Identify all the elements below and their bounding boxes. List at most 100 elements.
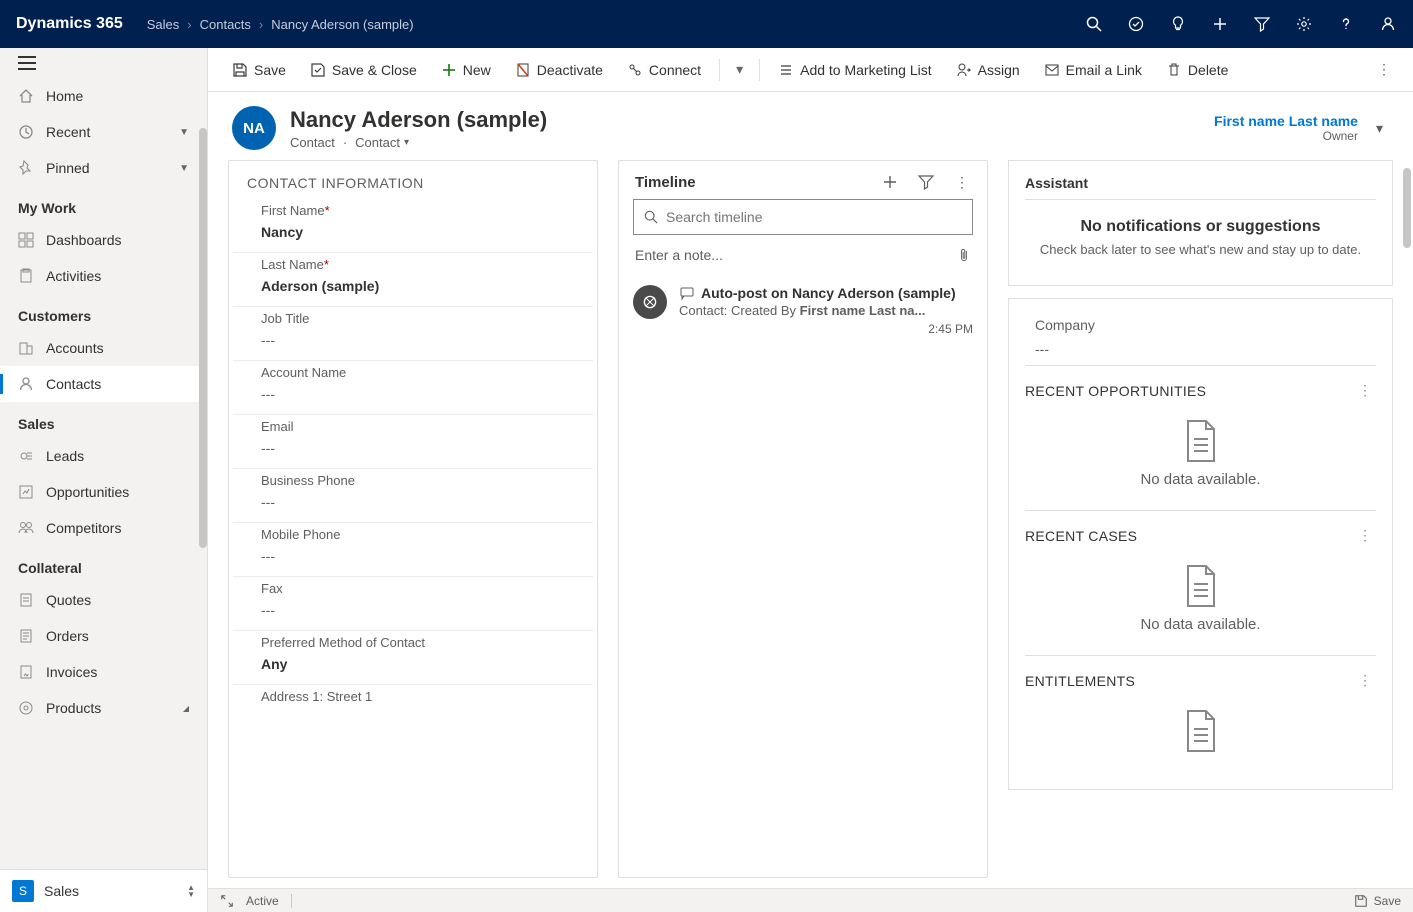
preferred-contact-field[interactable]: Preferred Method of Contact Any (233, 631, 593, 685)
nav-dashboards[interactable]: Dashboards (0, 222, 207, 258)
connect-dropdown[interactable]: ▾ (728, 57, 751, 82)
breadcrumb-record[interactable]: Nancy Aderson (sample) (271, 17, 413, 32)
breadcrumb-contacts[interactable]: Contacts (200, 17, 251, 32)
lead-icon (18, 448, 34, 464)
pin-icon (18, 160, 34, 176)
avatar: NA (232, 106, 276, 150)
search-icon[interactable] (1085, 15, 1103, 33)
entitlements-menu[interactable]: ⋮ (1354, 672, 1376, 689)
account-field[interactable]: Account Name --- (233, 361, 593, 415)
header-expand[interactable]: ▾ (1370, 114, 1389, 143)
nav-accounts[interactable]: Accounts (0, 330, 207, 366)
task-icon[interactable] (1127, 15, 1145, 33)
attachment-icon[interactable] (957, 247, 971, 263)
quote-icon (18, 592, 34, 608)
owner-label: Owner (1214, 129, 1358, 143)
clipboard-icon (18, 268, 34, 284)
nav-invoices[interactable]: Invoices (0, 654, 207, 690)
timeline-search-input[interactable] (666, 209, 962, 225)
address1-field[interactable]: Address 1: Street 1 (233, 685, 593, 720)
mobile-phone-field[interactable]: Mobile Phone --- (233, 523, 593, 577)
timeline-item[interactable]: Auto-post on Nancy Aderson (sample) Cont… (619, 277, 987, 350)
no-data-cases: No data available. (1025, 554, 1376, 647)
timeline-search[interactable] (633, 199, 973, 235)
person-icon[interactable] (1379, 15, 1397, 33)
assistant-card: Assistant No notifications or suggestion… (1008, 160, 1393, 286)
nav-contacts[interactable]: Contacts (0, 366, 207, 402)
timeline-time: 2:45 PM (679, 322, 973, 336)
nav-section-customers: Customers (0, 294, 207, 330)
chevron-updown-icon: ▲▼ (187, 884, 195, 898)
email-link-button[interactable]: Email a Link (1034, 56, 1152, 84)
brand-name[interactable]: Dynamics 365 (16, 15, 123, 33)
nav-section-sales: Sales (0, 402, 207, 438)
card-title: CONTACT INFORMATION (229, 161, 597, 199)
chevron-down-icon: ▾ (404, 137, 409, 148)
first-name-field[interactable]: First Name* Nancy (233, 199, 593, 253)
area-switcher[interactable]: S Sales ▲▼ (0, 869, 207, 912)
nav-opportunities[interactable]: Opportunities (0, 474, 207, 510)
timeline-filter-icon[interactable] (917, 173, 935, 191)
save-icon (1354, 894, 1368, 908)
help-icon[interactable] (1337, 15, 1355, 33)
nav-leads[interactable]: Leads (0, 438, 207, 474)
lightbulb-icon[interactable] (1169, 15, 1187, 33)
nav-products[interactable]: Products ◢ (0, 690, 207, 726)
no-data-opps: No data available. (1025, 409, 1376, 502)
gear-icon[interactable] (1295, 15, 1313, 33)
expand-triangle-icon: ◢ (183, 704, 189, 713)
nav-quotes[interactable]: Quotes (0, 582, 207, 618)
connect-icon (627, 62, 643, 78)
breadcrumb-sales[interactable]: Sales (147, 17, 180, 32)
building-icon (18, 340, 34, 356)
expand-icon[interactable] (220, 894, 234, 908)
nav-section-collateral: Collateral (0, 546, 207, 582)
nav-recent[interactable]: Recent ▼ (0, 114, 207, 150)
company-value[interactable]: --- (1035, 341, 1376, 357)
business-phone-field[interactable]: Business Phone --- (233, 469, 593, 523)
assign-icon (956, 62, 972, 78)
email-icon (1044, 62, 1060, 78)
delete-button[interactable]: Delete (1156, 56, 1238, 84)
deactivate-button[interactable]: Deactivate (505, 56, 613, 84)
footer-save-button[interactable]: Save (1354, 894, 1401, 908)
home-icon (18, 88, 34, 104)
nav-activities[interactable]: Activities (0, 258, 207, 294)
connect-button[interactable]: Connect (617, 56, 711, 84)
record-title: Nancy Aderson (sample) (290, 107, 1200, 133)
recent-cases-menu[interactable]: ⋮ (1354, 527, 1376, 544)
recent-opps-menu[interactable]: ⋮ (1354, 382, 1376, 399)
assign-button[interactable]: Assign (946, 56, 1030, 84)
nav-competitors[interactable]: Competitors (0, 510, 207, 546)
new-button[interactable]: New (431, 56, 501, 84)
fax-field[interactable]: Fax --- (233, 577, 593, 631)
nav-home[interactable]: Home (0, 78, 207, 114)
nav-pinned[interactable]: Pinned ▼ (0, 150, 207, 186)
job-title-field[interactable]: Job Title --- (233, 307, 593, 361)
owner-link[interactable]: First name Last name (1214, 113, 1358, 129)
timeline-note-input[interactable]: Enter a note... (633, 243, 973, 267)
nav-orders[interactable]: Orders (0, 618, 207, 654)
add-marketing-button[interactable]: Add to Marketing List (768, 56, 942, 84)
recent-cases-title: RECENT CASES (1025, 528, 1137, 544)
content-scrollbar[interactable] (1403, 168, 1411, 248)
sidebar-scrollbar[interactable] (199, 128, 207, 548)
order-icon (18, 628, 34, 644)
save-icon (232, 62, 248, 78)
timeline-menu[interactable]: ⋮ (953, 173, 971, 191)
last-name-field[interactable]: Last Name* Aderson (sample) (233, 253, 593, 307)
sitemap-toggle[interactable] (0, 48, 207, 78)
form-selector[interactable]: Contact ▾ (355, 135, 409, 150)
email-field[interactable]: Email --- (233, 415, 593, 469)
save-close-button[interactable]: Save & Close (300, 56, 427, 84)
filter-icon[interactable] (1253, 15, 1271, 33)
add-icon[interactable] (1211, 15, 1229, 33)
command-overflow[interactable]: ⋮ (1369, 55, 1399, 84)
invoice-icon (18, 664, 34, 680)
save-button[interactable]: Save (222, 56, 296, 84)
nav-section-mywork: My Work (0, 186, 207, 222)
side-nav: Home Recent ▼ Pinned ▼ My Work Dashboard… (0, 48, 208, 912)
message-icon (679, 285, 695, 301)
status-value[interactable]: Active (246, 894, 279, 908)
timeline-add-icon[interactable] (881, 173, 899, 191)
